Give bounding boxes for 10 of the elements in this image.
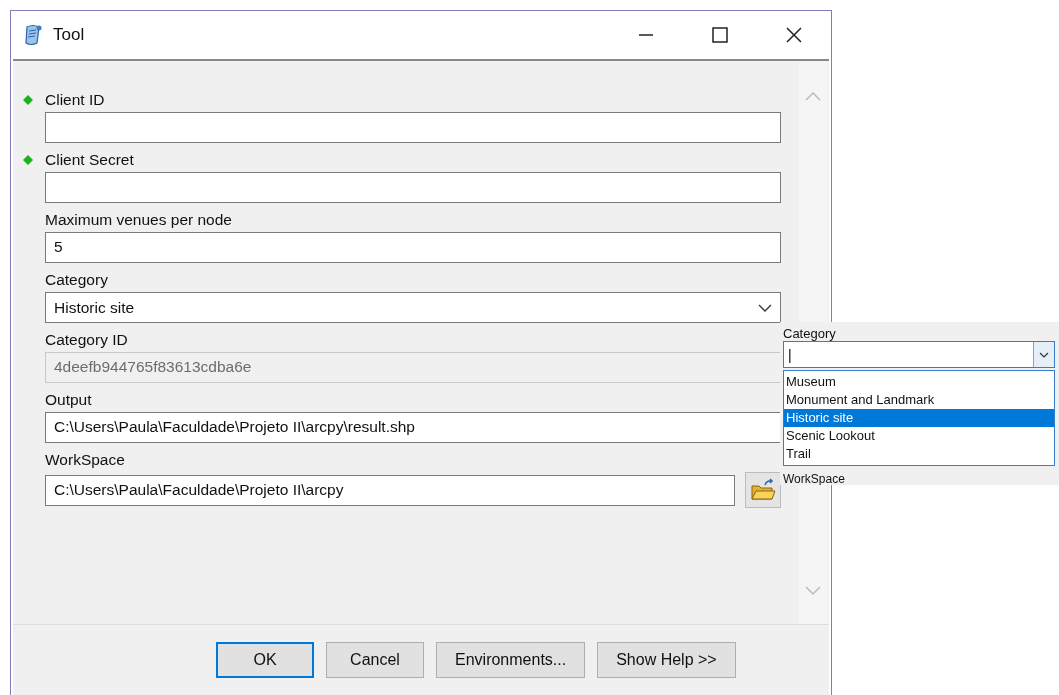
field-label: Category: [783, 326, 837, 341]
field-label: Client ID: [45, 90, 105, 109]
field-label: Client Secret: [45, 150, 134, 169]
field-label: Category: [45, 270, 108, 289]
field-label: WorkSpace: [45, 450, 125, 469]
field-label: Output: [45, 390, 92, 409]
field-label: Category ID: [45, 330, 128, 349]
field-label: Maximum venues per node: [45, 210, 232, 229]
field-label: WorkSpace: [783, 472, 846, 485]
window-title: Tool: [53, 25, 85, 45]
